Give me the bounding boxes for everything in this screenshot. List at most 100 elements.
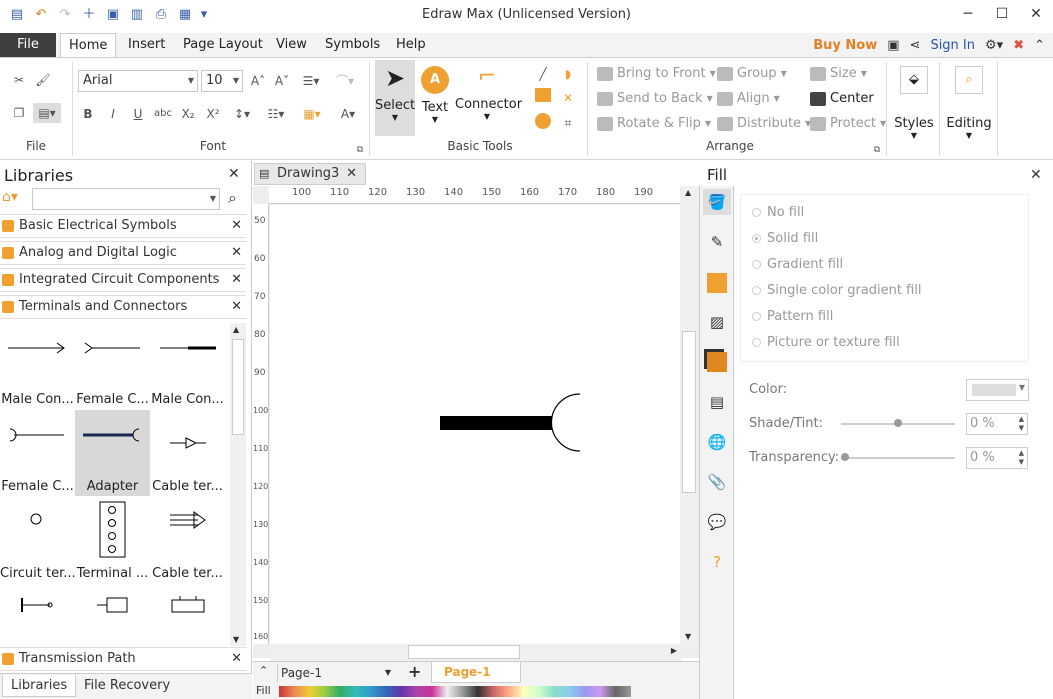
bullets-icon[interactable]: ☷▾: [262, 104, 290, 124]
scroll-up-icon[interactable]: ▲: [233, 325, 239, 334]
print-icon[interactable]: ⎙: [150, 4, 172, 26]
spinner-icon[interactable]: ▲ ▼: [1019, 449, 1024, 467]
underline-icon[interactable]: U: [128, 104, 148, 124]
rectangle-tool-icon[interactable]: [533, 88, 553, 108]
shadow-panel-icon[interactable]: [707, 273, 727, 293]
tab-file-recovery[interactable]: File Recovery: [76, 675, 178, 697]
scroll-thumb[interactable]: [232, 339, 244, 435]
line-spacing-icon[interactable]: ↕▾: [228, 104, 256, 124]
document-tab[interactable]: ▤ Drawing3 ✕: [254, 163, 366, 185]
shape-switch-terminal[interactable]: [0, 584, 75, 646]
bring-to-front-button[interactable]: Bring to Front ▼: [597, 66, 716, 81]
library-item[interactable]: Transmission Path ✕: [0, 647, 246, 671]
buy-now-link[interactable]: Buy Now: [813, 38, 877, 53]
text-button[interactable]: A Text ▼: [418, 60, 452, 136]
page-selector[interactable]: Page-1 ▼: [277, 664, 395, 682]
ellipse-tool-icon[interactable]: [533, 113, 553, 133]
scroll-thumb[interactable]: [682, 331, 696, 493]
tab-help[interactable]: Help: [388, 33, 434, 57]
font-color-icon[interactable]: A▾: [334, 104, 362, 124]
font-dialog-icon[interactable]: ⧉: [350, 140, 370, 160]
styles-button[interactable]: ⬙ Styles ▼: [893, 62, 935, 152]
adapter-socket[interactable]: [550, 393, 581, 452]
bold-icon[interactable]: B: [78, 104, 98, 124]
tab-libraries[interactable]: Libraries: [2, 675, 77, 697]
shape-circuit-terminal[interactable]: Circuit ter...: [0, 497, 75, 583]
font-size-combo[interactable]: 10 ▼: [201, 70, 243, 92]
close-icon[interactable]: ✕: [231, 269, 242, 291]
fill-panel-icon[interactable]: 🪣: [703, 189, 731, 215]
arrange-dialog-icon[interactable]: ⧉: [867, 140, 887, 160]
new-icon[interactable]: ＋: [78, 4, 100, 26]
connector-button[interactable]: ⌐ Connector ▼: [455, 60, 522, 136]
library-scrollbar[interactable]: ▲ ▼: [230, 323, 246, 646]
shape-plug-terminal[interactable]: [75, 584, 150, 646]
close-icon[interactable]: ✕: [231, 296, 242, 318]
close-icon[interactable]: ✕: [231, 215, 242, 237]
send-to-back-button[interactable]: Send to Back ▼: [597, 91, 713, 106]
text-direction-icon[interactable]: ⌒▾: [330, 71, 360, 91]
paste-icon[interactable]: ▤▾: [33, 103, 61, 123]
format-painter-icon[interactable]: 🖌: [33, 70, 53, 90]
tab-home[interactable]: Home: [60, 33, 117, 57]
spinner-icon[interactable]: ▲ ▼: [1019, 415, 1024, 433]
page-properties-icon[interactable]: ▤: [703, 389, 731, 415]
fill-option-single-color-gradient[interactable]: Single color gradient fill: [752, 283, 922, 298]
cart-icon[interactable]: ▣: [887, 38, 899, 53]
canvas-horizontal-scrollbar[interactable]: ▶: [270, 644, 681, 661]
export-icon[interactable]: ▦: [174, 4, 196, 26]
chevron-up-icon[interactable]: ⌃: [259, 664, 268, 677]
drawing-page[interactable]: [270, 205, 680, 644]
shape-female-connector-2[interactable]: Female C...: [0, 410, 75, 496]
subscript-icon[interactable]: X₂: [178, 104, 198, 124]
open-icon[interactable]: ▣: [102, 4, 124, 26]
file-menu-button[interactable]: File: [0, 33, 56, 57]
line-panel-icon[interactable]: ✎: [703, 229, 731, 255]
close-icon[interactable]: ✕: [228, 166, 240, 182]
page-tab[interactable]: Page-1: [431, 662, 521, 683]
library-item[interactable]: Integrated Circuit Components ✕: [0, 268, 246, 292]
hyperlink-icon[interactable]: 🌐: [703, 429, 731, 455]
shrink-font-icon[interactable]: A˅: [272, 71, 292, 91]
color-swatches[interactable]: [279, 686, 631, 697]
align-button[interactable]: Align ▼: [717, 91, 780, 106]
fill-option-gradient-fill[interactable]: Gradient fill: [752, 257, 843, 272]
rotate-flip-button[interactable]: Rotate & Flip ▼: [597, 116, 711, 131]
transparency-input[interactable]: 0 % ▲ ▼: [966, 447, 1028, 469]
center-button[interactable]: Center: [810, 91, 874, 106]
editing-button[interactable]: ⌕ Editing ▼: [945, 62, 993, 152]
save-icon[interactable]: ▥: [126, 4, 148, 26]
add-page-icon[interactable]: +: [408, 662, 421, 681]
share-icon[interactable]: ⋖: [910, 38, 921, 53]
close-icon[interactable]: ✕: [1019, 0, 1053, 28]
align-icon[interactable]: ☰▾: [298, 71, 324, 91]
color-picker[interactable]: ▼: [966, 379, 1029, 401]
tab-view[interactable]: View: [268, 33, 315, 57]
undo-icon[interactable]: ↶: [30, 4, 52, 26]
maximize-icon[interactable]: ☐: [985, 0, 1019, 28]
highlight-icon[interactable]: ▦▾: [298, 104, 326, 124]
transparency-slider-thumb[interactable]: [841, 453, 849, 461]
tab-insert[interactable]: Insert: [120, 33, 173, 57]
library-item[interactable]: Basic Electrical Symbols ✕: [0, 214, 246, 238]
adapter-drawing[interactable]: [270, 205, 680, 644]
select-button[interactable]: ➤ Select ▼: [375, 60, 415, 136]
scroll-up-icon[interactable]: ▲: [685, 188, 691, 197]
superscript-icon[interactable]: X²: [203, 104, 223, 124]
crop-tool-icon[interactable]: ⌗: [558, 113, 578, 133]
fill-option-pattern-fill[interactable]: Pattern fill: [752, 309, 833, 324]
scroll-down-icon[interactable]: ▼: [685, 632, 691, 641]
attachment-icon[interactable]: 📎: [703, 469, 731, 495]
tab-page-layout[interactable]: Page Layout: [175, 33, 271, 57]
library-search-input[interactable]: ▼: [32, 188, 220, 210]
close-icon[interactable]: ✕: [231, 242, 242, 264]
gear-icon[interactable]: ⚙▾: [985, 38, 1003, 53]
layer-panel-icon[interactable]: [707, 352, 727, 372]
shape-terminal[interactable]: Terminal ...: [75, 497, 150, 583]
shape-block-terminal[interactable]: [150, 584, 225, 646]
sign-in-link[interactable]: Sign In: [930, 38, 975, 53]
protect-button[interactable]: Protect ▼: [810, 116, 886, 131]
shape-cable-terminal-2[interactable]: Cable ter...: [150, 497, 225, 583]
shape-male-connector-2[interactable]: Male Con...: [150, 323, 225, 409]
close-icon[interactable]: ✕: [1030, 167, 1042, 183]
